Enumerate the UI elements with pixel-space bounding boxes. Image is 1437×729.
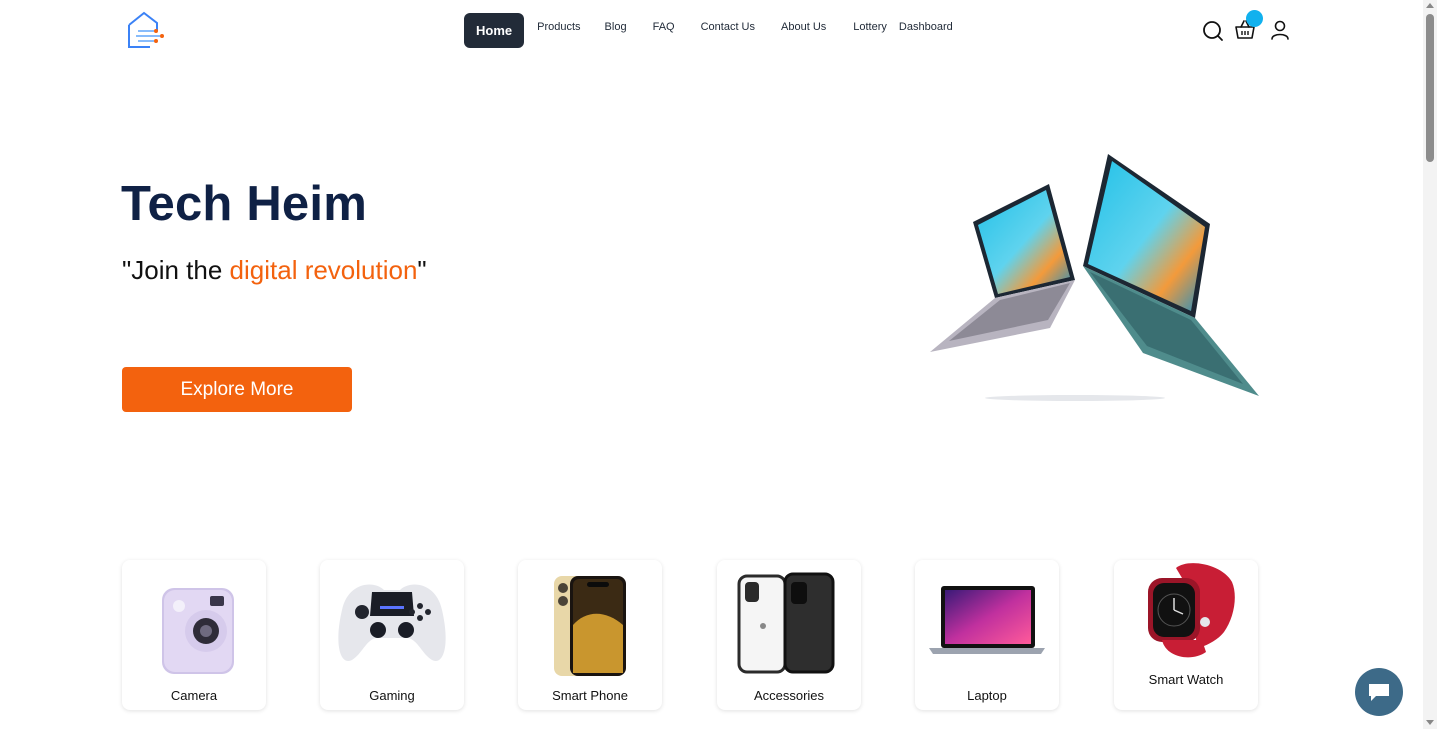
nav-products[interactable]: Products (537, 13, 580, 33)
hero-laptops-image (925, 148, 1265, 408)
category-card-smart-watch[interactable]: Smart Watch (1114, 560, 1258, 710)
category-label: Camera (170, 688, 218, 703)
hero-subtitle-accent: digital revolution (229, 255, 418, 285)
chat-bubble-icon (1369, 684, 1389, 701)
category-list: Camera Gaming Smart Phone Accessories La… (122, 560, 1262, 710)
nav-blog[interactable]: Blog (605, 13, 627, 33)
category-label: Accessories (753, 688, 825, 703)
nav-home[interactable]: Home (464, 13, 525, 48)
nav-about-us[interactable]: About Us (781, 13, 826, 33)
smartphone-icon (554, 576, 626, 676)
hero-subtitle: "Join the digital revolution" (122, 255, 427, 286)
site-logo[interactable] (126, 11, 168, 49)
game-controller-icon (338, 584, 446, 661)
nav-contact-us[interactable]: Contact Us (701, 13, 755, 33)
scrollbar-thumb[interactable] (1426, 14, 1434, 162)
search-icon (1203, 21, 1223, 41)
scroll-down-icon[interactable] (1426, 720, 1434, 725)
category-card-smart-phone[interactable]: Smart Phone (518, 560, 662, 710)
nav-dashboard[interactable]: Dashboard (899, 13, 953, 33)
account-button[interactable] (1268, 18, 1292, 42)
category-label: Smart Watch (1148, 672, 1224, 687)
search-button[interactable] (1201, 18, 1225, 42)
hero-title: Tech Heim (121, 177, 367, 231)
phone-case-icon (737, 572, 835, 674)
category-card-gaming[interactable]: Gaming (320, 560, 464, 710)
hero-subtitle-close: " (417, 255, 427, 285)
camera-icon (162, 588, 234, 674)
scroll-up-icon[interactable] (1426, 3, 1434, 8)
page-scrollbar[interactable] (1423, 0, 1437, 729)
explore-more-button[interactable]: Explore More (122, 367, 352, 412)
category-label: Laptop (967, 688, 1007, 703)
category-card-camera[interactable]: Camera (122, 560, 266, 710)
hero-subtitle-open: "Join the (122, 255, 230, 285)
category-card-laptop[interactable]: Laptop (915, 560, 1059, 710)
main-nav: Home Products Blog FAQ Contact Us About … (464, 13, 953, 48)
category-card-accessories[interactable]: Accessories (717, 560, 861, 710)
category-label: Smart Phone (552, 688, 628, 703)
laptop-icon (929, 586, 1045, 654)
nav-faq[interactable]: FAQ (653, 13, 675, 33)
user-icon (1271, 20, 1289, 40)
chat-button[interactable] (1355, 668, 1403, 716)
house-circuit-logo-icon (128, 11, 164, 48)
nav-lottery[interactable]: Lottery (853, 13, 887, 33)
category-label: Gaming (369, 688, 415, 703)
cart-count-badge (1246, 10, 1263, 27)
smart-watch-icon (1148, 563, 1235, 658)
